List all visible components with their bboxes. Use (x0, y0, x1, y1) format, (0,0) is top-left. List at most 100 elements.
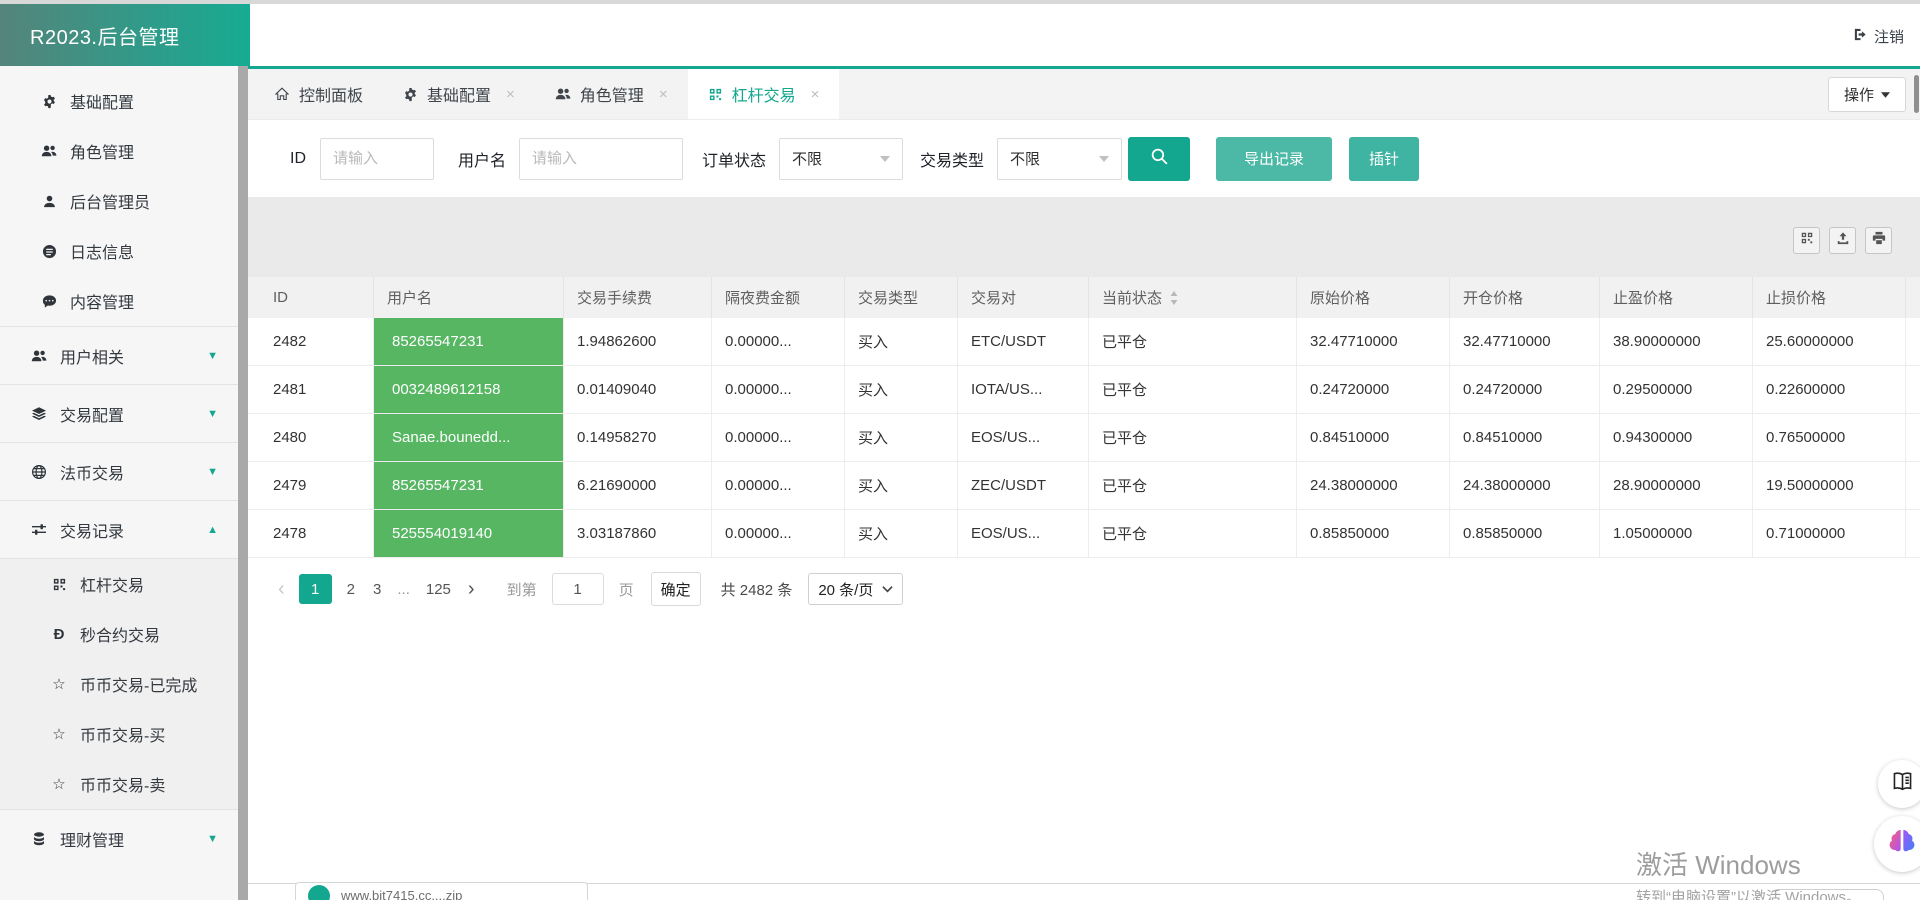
upload-icon (1836, 231, 1850, 250)
table-cell: 买入 (845, 318, 958, 365)
sidebar-item[interactable]: 基础配置 (0, 76, 238, 126)
sidebar-item[interactable]: 交易记录▲ (0, 500, 238, 558)
tab-bar: 控制面板基础配置×角色管理×杠杆交易× 操作 (248, 69, 1920, 120)
search-button[interactable] (1128, 137, 1190, 181)
tab-label: 基础配置 (427, 82, 491, 106)
actions-dropdown-button[interactable]: 操作 (1828, 77, 1906, 112)
sidebar-item-label: 交易记录 (60, 518, 124, 542)
goto-page-input[interactable] (552, 573, 604, 605)
table-cell: 0.24720000 (1450, 366, 1600, 413)
table-cell: 19.50000000 (1753, 462, 1906, 509)
tabbar-scrollbar[interactable] (1914, 75, 1919, 113)
export-button[interactable] (1829, 227, 1856, 254)
table-cell: 3.03187860 (564, 510, 712, 557)
table-cell: ZEC/USDT (958, 462, 1089, 509)
sidebar-item-label: 日志信息 (70, 239, 134, 263)
table-cell: 0.84510000 (1450, 414, 1600, 461)
sidebar-item[interactable]: 交易配置▼ (0, 384, 238, 442)
sidebar-subitem-label: 币币交易-已完成 (80, 672, 197, 696)
table-cell: 0.29500000 (1600, 366, 1753, 413)
order-status-value: 不限 (792, 148, 822, 169)
table-cell: 0.00000... (712, 318, 845, 365)
sidebar-item[interactable]: 后台管理员 (0, 176, 238, 226)
qrcode-icon (48, 577, 70, 592)
sidebar-subitem[interactable]: ☆币币交易-卖 (0, 759, 238, 809)
order-status-select[interactable]: 不限 (779, 138, 903, 180)
pin-button[interactable]: 插针 (1349, 137, 1419, 181)
tab-item[interactable]: 基础配置 × (383, 69, 535, 119)
table-row[interactable]: 24785255540191403.031878600.00000...买入EO… (248, 510, 1920, 558)
sidebar-subitem[interactable]: ☆ 币币交易-已完成 (0, 659, 238, 709)
sidebar-item[interactable]: 日志信息 (0, 226, 238, 276)
sidebar-scrollbar[interactable] (238, 66, 248, 900)
page-number[interactable]: 3 (373, 581, 381, 598)
table-row[interactable]: 2479852655472316.216900000.00000...买入ZEC… (248, 462, 1920, 510)
id-filter-input[interactable] (320, 138, 434, 180)
sidebar-item[interactable]: 理财管理▼ (0, 809, 238, 867)
table-cell: 已平仓 (1089, 414, 1297, 461)
data-table: ID用户名交易手续费隔夜费金额交易类型交易对当前状态原始价格开仓价格止盈价格止损… (248, 277, 1920, 558)
tab-label: 控制面板 (299, 82, 363, 106)
sidebar-subitem[interactable]: Đ秒合约交易 (0, 609, 238, 659)
screen: R2023.后台管理 注销 基础配置角色管理后台管理员日志信息内容管理用户相关▼… (0, 0, 1920, 900)
trade-type-select[interactable]: 不限 (997, 138, 1122, 180)
table-cell: 1.94862600 (564, 318, 712, 365)
close-tab-icon[interactable]: × (506, 86, 515, 103)
confirm-page-button[interactable]: 确定 (651, 572, 701, 606)
username-filter-input[interactable] (519, 138, 683, 180)
table-row[interactable]: 2480Sanae.bounedd...0.149582700.00000...… (248, 414, 1920, 462)
sidebar-item[interactable]: 法币交易▼ (0, 442, 238, 500)
table-row[interactable]: 2482852655472311.948626000.00000...买入ETC… (248, 318, 1920, 366)
sidebar-submenu: 杠杆交易Đ秒合约交易 ☆ 币币交易-已完成 ☆币币交易-买☆币币交易-卖 (0, 558, 238, 809)
sidebar-subitem[interactable]: ☆币币交易-买 (0, 709, 238, 759)
tab-item[interactable]: 角色管理× (535, 69, 688, 119)
export-records-button[interactable]: 导出记录 (1216, 137, 1332, 181)
printer-icon (1872, 231, 1886, 250)
prev-page-icon[interactable]: ‹ (270, 578, 293, 601)
window-top-edge (0, 0, 1920, 4)
reading-mode-button[interactable] (1878, 760, 1920, 808)
tabs: 控制面板基础配置×角色管理×杠杆交易× (254, 69, 839, 119)
chevron-down-icon (882, 585, 893, 593)
table-body: 2482852655472311.948626000.00000...买入ETC… (248, 318, 1920, 558)
users-icon (555, 86, 571, 102)
columns-button[interactable] (1793, 227, 1820, 254)
page-number[interactable]: 125 (426, 581, 451, 598)
table-cell: 0.00000... (712, 510, 845, 557)
tab-item[interactable]: 控制面板 (254, 69, 383, 119)
table-cell: 28.90000000 (1600, 462, 1753, 509)
close-tab-icon[interactable]: × (811, 86, 820, 103)
sort-icon[interactable] (1170, 291, 1178, 305)
globe-icon (28, 464, 50, 480)
table-cell: 0.84510000 (1297, 414, 1450, 461)
download-shelf-button[interactable] (1770, 889, 1884, 900)
table-cell: EOS/US... (958, 414, 1089, 461)
page-size-select[interactable]: 20 条/页 (808, 573, 903, 605)
table-row[interactable]: 248100324896121580.014090400.00000...买入I… (248, 366, 1920, 414)
column-header-label: 隔夜费金额 (725, 287, 800, 308)
sidebar-item-label: 理财管理 (60, 827, 124, 851)
star-icon: ☆ (48, 675, 70, 693)
page-number-active[interactable]: 1 (299, 574, 332, 604)
table-cell: 0.00000... (712, 366, 845, 413)
print-button[interactable] (1865, 227, 1892, 254)
log-icon (38, 244, 60, 259)
page-size-value: 20 条/页 (818, 579, 873, 600)
download-item[interactable]: www.bit7415.cc....zip (295, 882, 588, 900)
total-count: 共 2482 条 (721, 579, 793, 600)
column-header: 开仓价格 (1450, 277, 1600, 318)
next-page-icon[interactable]: › (460, 578, 483, 601)
page-number[interactable]: 2 (347, 581, 355, 598)
column-header[interactable]: 当前状态 (1089, 277, 1297, 318)
tab-active[interactable]: 杠杆交易× (688, 69, 840, 119)
top-header: 注销 (250, 4, 1920, 66)
sidebar-item[interactable]: 角色管理 (0, 126, 238, 176)
close-tab-icon[interactable]: × (659, 86, 668, 103)
table-cell: 24.38000000 (1297, 462, 1450, 509)
column-header-label: 交易类型 (858, 287, 918, 308)
sidebar-subitem[interactable]: 杠杆交易 (0, 559, 238, 609)
download-filename: www.bit7415.cc....zip (341, 888, 462, 900)
logout-button[interactable]: 注销 (1853, 26, 1904, 47)
sidebar-item[interactable]: 用户相关▼ (0, 326, 238, 384)
sidebar-item[interactable]: 内容管理 (0, 276, 238, 326)
